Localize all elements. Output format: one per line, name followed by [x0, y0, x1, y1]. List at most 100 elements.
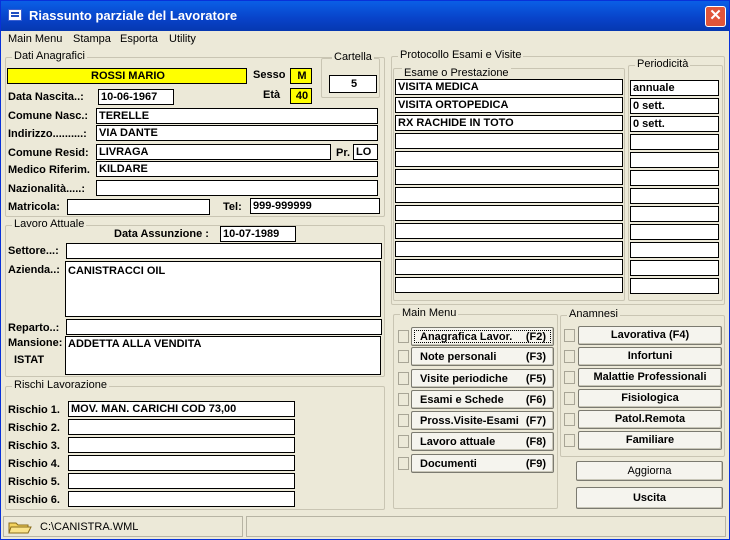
- periodicita-cell[interactable]: [630, 206, 719, 222]
- main-menu-button[interactable]: Note personali (F3): [411, 347, 554, 366]
- anamnesi-button[interactable]: Infortuni: [578, 347, 722, 366]
- azienda-field[interactable]: CANISTRACCI OIL: [65, 261, 381, 317]
- periodicita-cell[interactable]: [630, 278, 719, 294]
- menu-checkbox[interactable]: [398, 330, 409, 343]
- nascita-field[interactable]: 10-06-1967: [98, 89, 174, 105]
- esame-cell[interactable]: [395, 259, 623, 275]
- anamnesi-button[interactable]: Lavorativa (F4): [578, 326, 722, 345]
- periodicita-cell[interactable]: [630, 188, 719, 204]
- esame-cell[interactable]: [395, 169, 623, 185]
- esame-cell[interactable]: [395, 205, 623, 221]
- menu-checkbox[interactable]: [398, 457, 409, 470]
- main-menu-button[interactable]: Documenti (F9): [411, 454, 554, 473]
- menu-checkbox[interactable]: [398, 372, 409, 385]
- esame-cell[interactable]: [395, 223, 623, 239]
- menu-checkbox[interactable]: [398, 414, 409, 427]
- anamnesi-checkbox[interactable]: [564, 371, 575, 384]
- indirizzo-label: Indirizzo..........:: [8, 128, 87, 140]
- main-menu-button[interactable]: Anagrafica Lavor. (F2): [411, 327, 554, 346]
- rischio-field[interactable]: [68, 491, 295, 507]
- esame-cell[interactable]: [395, 241, 623, 257]
- esame-cell[interactable]: [395, 187, 623, 203]
- anamnesi-checkbox[interactable]: [564, 392, 575, 405]
- reparto-field[interactable]: [66, 319, 382, 335]
- medico-field[interactable]: KILDARE: [96, 161, 378, 177]
- anamnesi-checkbox[interactable]: [564, 413, 575, 426]
- menu-utility[interactable]: Utility: [169, 33, 196, 45]
- nome-field[interactable]: ROSSI MARIO: [7, 68, 247, 84]
- menu-main-menu[interactable]: Main Menu: [8, 33, 62, 45]
- periodicita-cell[interactable]: [630, 242, 719, 258]
- sesso-label: Sesso: [253, 69, 286, 81]
- anamnesi-checkbox[interactable]: [564, 329, 575, 342]
- esame-cell[interactable]: [395, 277, 623, 293]
- indirizzo-field[interactable]: VIA DANTE: [96, 125, 378, 141]
- anamnesi-button[interactable]: Patol.Remota: [578, 410, 722, 429]
- button-label: Documenti: [420, 458, 477, 470]
- button-shortcut: (F5): [525, 373, 546, 385]
- periodicita-cell[interactable]: [630, 224, 719, 240]
- rischio-field[interactable]: [68, 437, 295, 453]
- settore-field[interactable]: [66, 243, 382, 259]
- rischio-field[interactable]: [68, 473, 295, 489]
- main-menu-button[interactable]: Esami e Schede (F6): [411, 390, 554, 409]
- eta-field[interactable]: 40: [290, 88, 312, 104]
- comune-nasc-label: Comune Nasc.:: [8, 110, 89, 122]
- esame-cell[interactable]: RX RACHIDE IN TOTO: [395, 115, 623, 131]
- rischio-label: Rischio 2.: [8, 422, 60, 434]
- comune-nasc-field[interactable]: TERELLE: [96, 108, 378, 124]
- main-menu-button[interactable]: Pross.Visite-Esami (F7): [411, 411, 554, 430]
- button-label: Pross.Visite-Esami: [420, 415, 519, 427]
- menu-checkbox[interactable]: [398, 393, 409, 406]
- anamnesi-button[interactable]: Malattie Professionali: [578, 368, 722, 387]
- reparto-label: Reparto..:: [8, 322, 60, 334]
- group-label: Dati Anagrafici: [12, 50, 87, 62]
- tel-field[interactable]: 999-999999: [250, 198, 380, 214]
- periodicita-cell[interactable]: [630, 170, 719, 186]
- matricola-field[interactable]: [67, 199, 210, 215]
- esame-cell[interactable]: [395, 133, 623, 149]
- periodicita-cell[interactable]: [630, 152, 719, 168]
- assunzione-field[interactable]: 10-07-1989: [220, 226, 296, 242]
- rischio-field[interactable]: MOV. MAN. CARICHI COD 73,00: [68, 401, 295, 417]
- main-menu-button[interactable]: Lavoro attuale (F8): [411, 432, 554, 451]
- mansione-field[interactable]: ADDETTA ALLA VENDITA: [65, 336, 381, 375]
- periodicita-cell[interactable]: 0 sett.: [630, 98, 719, 114]
- uscita-button[interactable]: Uscita: [576, 487, 723, 509]
- azienda-label: Azienda..:: [8, 264, 60, 276]
- anamnesi-button[interactable]: Fisiologica: [578, 389, 722, 408]
- menu-checkbox[interactable]: [398, 350, 409, 363]
- title-bar: Riassunto parziale del Lavoratore ✕: [1, 1, 729, 31]
- esame-cell[interactable]: VISITA MEDICA: [395, 79, 623, 95]
- rischio-field[interactable]: [68, 455, 295, 471]
- eta-label: Età: [263, 89, 281, 101]
- periodicita-cell[interactable]: [630, 260, 719, 276]
- periodicita-cell[interactable]: annuale: [630, 80, 719, 96]
- cartella-field[interactable]: 5: [329, 75, 377, 93]
- aggiorna-button[interactable]: Aggiorna: [576, 461, 723, 481]
- anamnesi-checkbox[interactable]: [564, 434, 575, 447]
- nazionalita-label: Nazionalità.....:: [8, 183, 86, 195]
- anamnesi-button[interactable]: Familiare: [578, 431, 722, 450]
- group-label: Lavoro Attuale: [12, 218, 87, 230]
- rischio-field[interactable]: [68, 419, 295, 435]
- medico-label: Medico Riferim.: [8, 164, 90, 176]
- pr-field[interactable]: LO: [353, 144, 378, 160]
- comune-resid-field[interactable]: LIVRAGA: [96, 144, 331, 160]
- comune-resid-label: Comune Resid:: [8, 147, 89, 159]
- periodicita-cell[interactable]: 0 sett.: [630, 116, 719, 132]
- main-menu-button[interactable]: Visite periodiche (F5): [411, 369, 554, 388]
- menu-checkbox[interactable]: [398, 435, 409, 448]
- esame-cell[interactable]: [395, 151, 623, 167]
- nazionalita-field[interactable]: [96, 180, 378, 196]
- menu-stampa[interactable]: Stampa: [73, 33, 111, 45]
- pr-label: Pr.: [336, 147, 351, 159]
- anamnesi-checkbox[interactable]: [564, 350, 575, 363]
- close-button[interactable]: ✕: [705, 6, 726, 27]
- esame-cell[interactable]: VISITA ORTOPEDICA: [395, 97, 623, 113]
- sesso-field[interactable]: M: [290, 68, 312, 84]
- status-bar: C:\CANISTRA.WML: [1, 514, 729, 539]
- periodicita-cell[interactable]: [630, 134, 719, 150]
- menu-esporta[interactable]: Esporta: [120, 33, 158, 45]
- button-label: Visite periodiche: [420, 373, 508, 385]
